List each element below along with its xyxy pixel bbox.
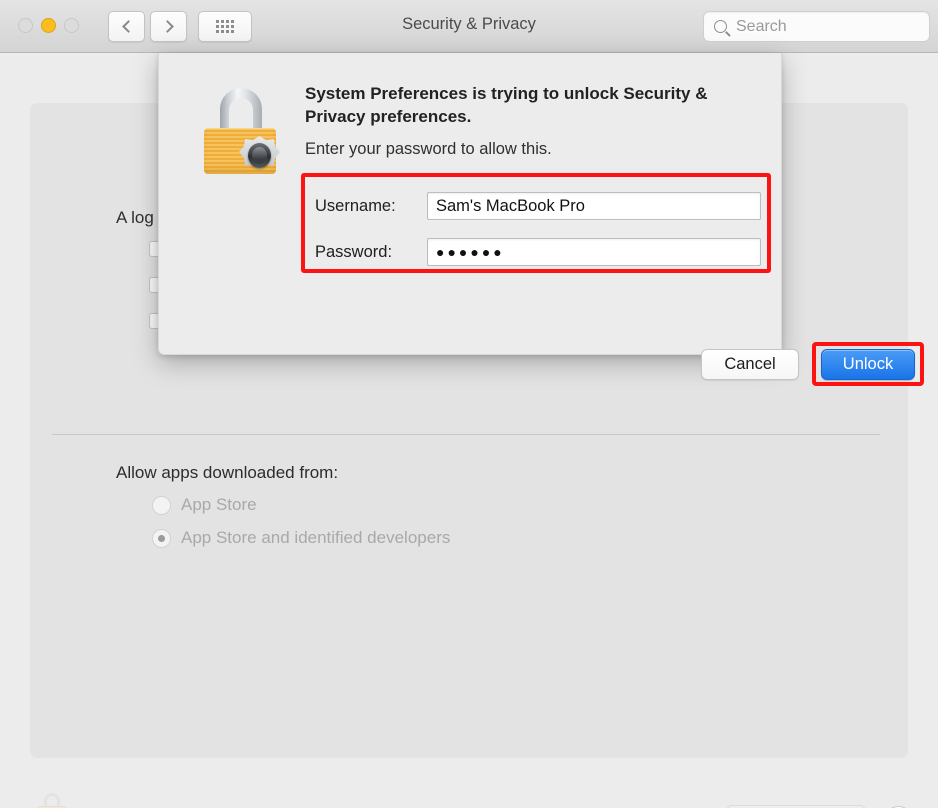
password-row: Password: ●●●●●● (315, 238, 761, 266)
username-label: Username: (315, 196, 396, 215)
username-input[interactable]: Sam's MacBook Pro (427, 192, 761, 220)
radio-row-app-store[interactable]: App Store (152, 495, 257, 515)
sheet-title: System Preferences is trying to unlock S… (305, 84, 708, 126)
login-password-text: A log (116, 208, 154, 227)
username-row: Username: Sam's MacBook Pro (315, 192, 761, 220)
search-placeholder: Search (736, 17, 787, 35)
password-input[interactable]: ●●●●●● (427, 238, 761, 266)
window-titlebar: Security & Privacy Search (0, 0, 938, 53)
radio-label-identified-developers: App Store and identified developers (181, 528, 451, 547)
password-label: Password: (315, 242, 393, 261)
search-icon (714, 20, 727, 33)
unlock-authentication-sheet: System Preferences is trying to unlock S… (158, 53, 924, 386)
lock-keyhole-badge (239, 136, 280, 174)
sheet-subtitle: Enter your password to allow this. (305, 140, 552, 158)
unlock-button[interactable]: Unlock (821, 349, 915, 380)
section-divider (52, 434, 880, 435)
allow-apps-label: Allow apps downloaded from: (116, 463, 339, 482)
search-field[interactable]: Search (703, 11, 930, 42)
badge-hole (252, 147, 267, 164)
security-privacy-window: Security & Privacy Search A log Allow ap… (0, 0, 938, 808)
radio-row-identified-developers[interactable]: App Store and identified developers (152, 528, 450, 548)
cancel-button[interactable]: Cancel (701, 349, 799, 380)
lock-closed-icon[interactable] (36, 793, 68, 808)
radio-label-app-store: App Store (181, 495, 257, 514)
lock-keyhole-icon (201, 86, 283, 174)
radio-button-identified-developers[interactable] (152, 528, 171, 548)
radio-button-app-store[interactable] (152, 495, 171, 515)
